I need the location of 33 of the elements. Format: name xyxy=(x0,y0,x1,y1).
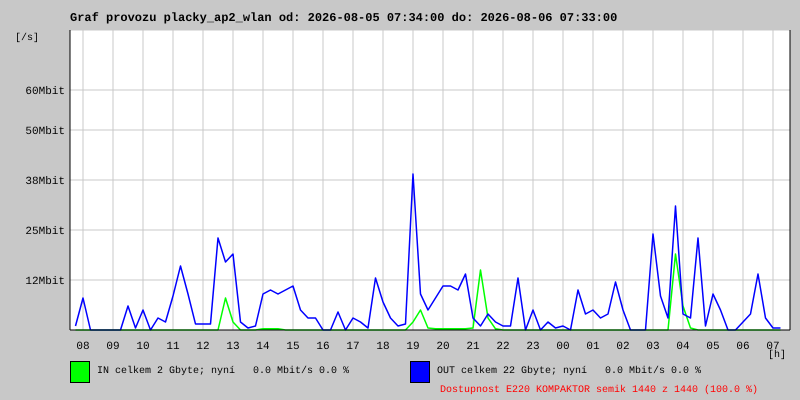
x-tick-label: 09 xyxy=(106,341,120,353)
x-tick-label: 23 xyxy=(526,341,540,353)
x-tick-label: 11 xyxy=(166,341,180,353)
x-tick-label: 13 xyxy=(226,341,240,353)
y-tick-label: 12Mbit xyxy=(25,276,65,288)
y-tick-label: 50Mbit xyxy=(25,126,65,138)
x-tick-label: 00 xyxy=(556,341,570,353)
x-tick-label: 14 xyxy=(256,341,270,353)
x-tick-label: 05 xyxy=(706,341,720,353)
x-tick-label: 01 xyxy=(586,341,600,353)
x-tick-label: 12 xyxy=(196,341,210,353)
y-axis-unit: [/s] xyxy=(15,33,40,44)
x-tick-label: 19 xyxy=(406,341,420,353)
x-tick-label: 08 xyxy=(76,341,90,353)
legend-text: OUT celkem 22 Gbyte; nyní 0.0 Mbit/s 0.0 % xyxy=(437,366,702,378)
x-tick-label: 21 xyxy=(466,341,480,353)
x-tick-label: 22 xyxy=(496,341,510,353)
legend-text: IN celkem 2 Gbyte; nyní 0.0 Mbit/s 0.0 % xyxy=(97,366,350,378)
y-tick-label: 60Mbit xyxy=(25,86,65,98)
x-tick-label: 06 xyxy=(736,341,750,353)
x-tick-label: 18 xyxy=(376,341,390,353)
x-tick-label: 04 xyxy=(676,341,690,353)
chart-title: Graf provozu placky_ap2_wlan od: 2026-08-05 07:34:00 do: 2026-08-06 07:33:00 xyxy=(70,11,618,25)
x-tick-label: 15 xyxy=(286,341,300,353)
y-tick-label: 38Mbit xyxy=(25,176,65,188)
x-tick-label: 20 xyxy=(436,341,450,353)
x-tick-label: 02 xyxy=(616,341,630,353)
availability-text: Dostupnost E220 KOMPAKTOR semik 1440 z 1440 (100.0 %) xyxy=(440,385,760,397)
x-tick-label: 16 xyxy=(316,341,330,353)
x-tick-label: 17 xyxy=(346,341,360,353)
x-tick-label: 03 xyxy=(646,341,660,353)
y-tick-label: 25Mbit xyxy=(25,226,65,238)
x-tick-label: 10 xyxy=(136,341,150,353)
